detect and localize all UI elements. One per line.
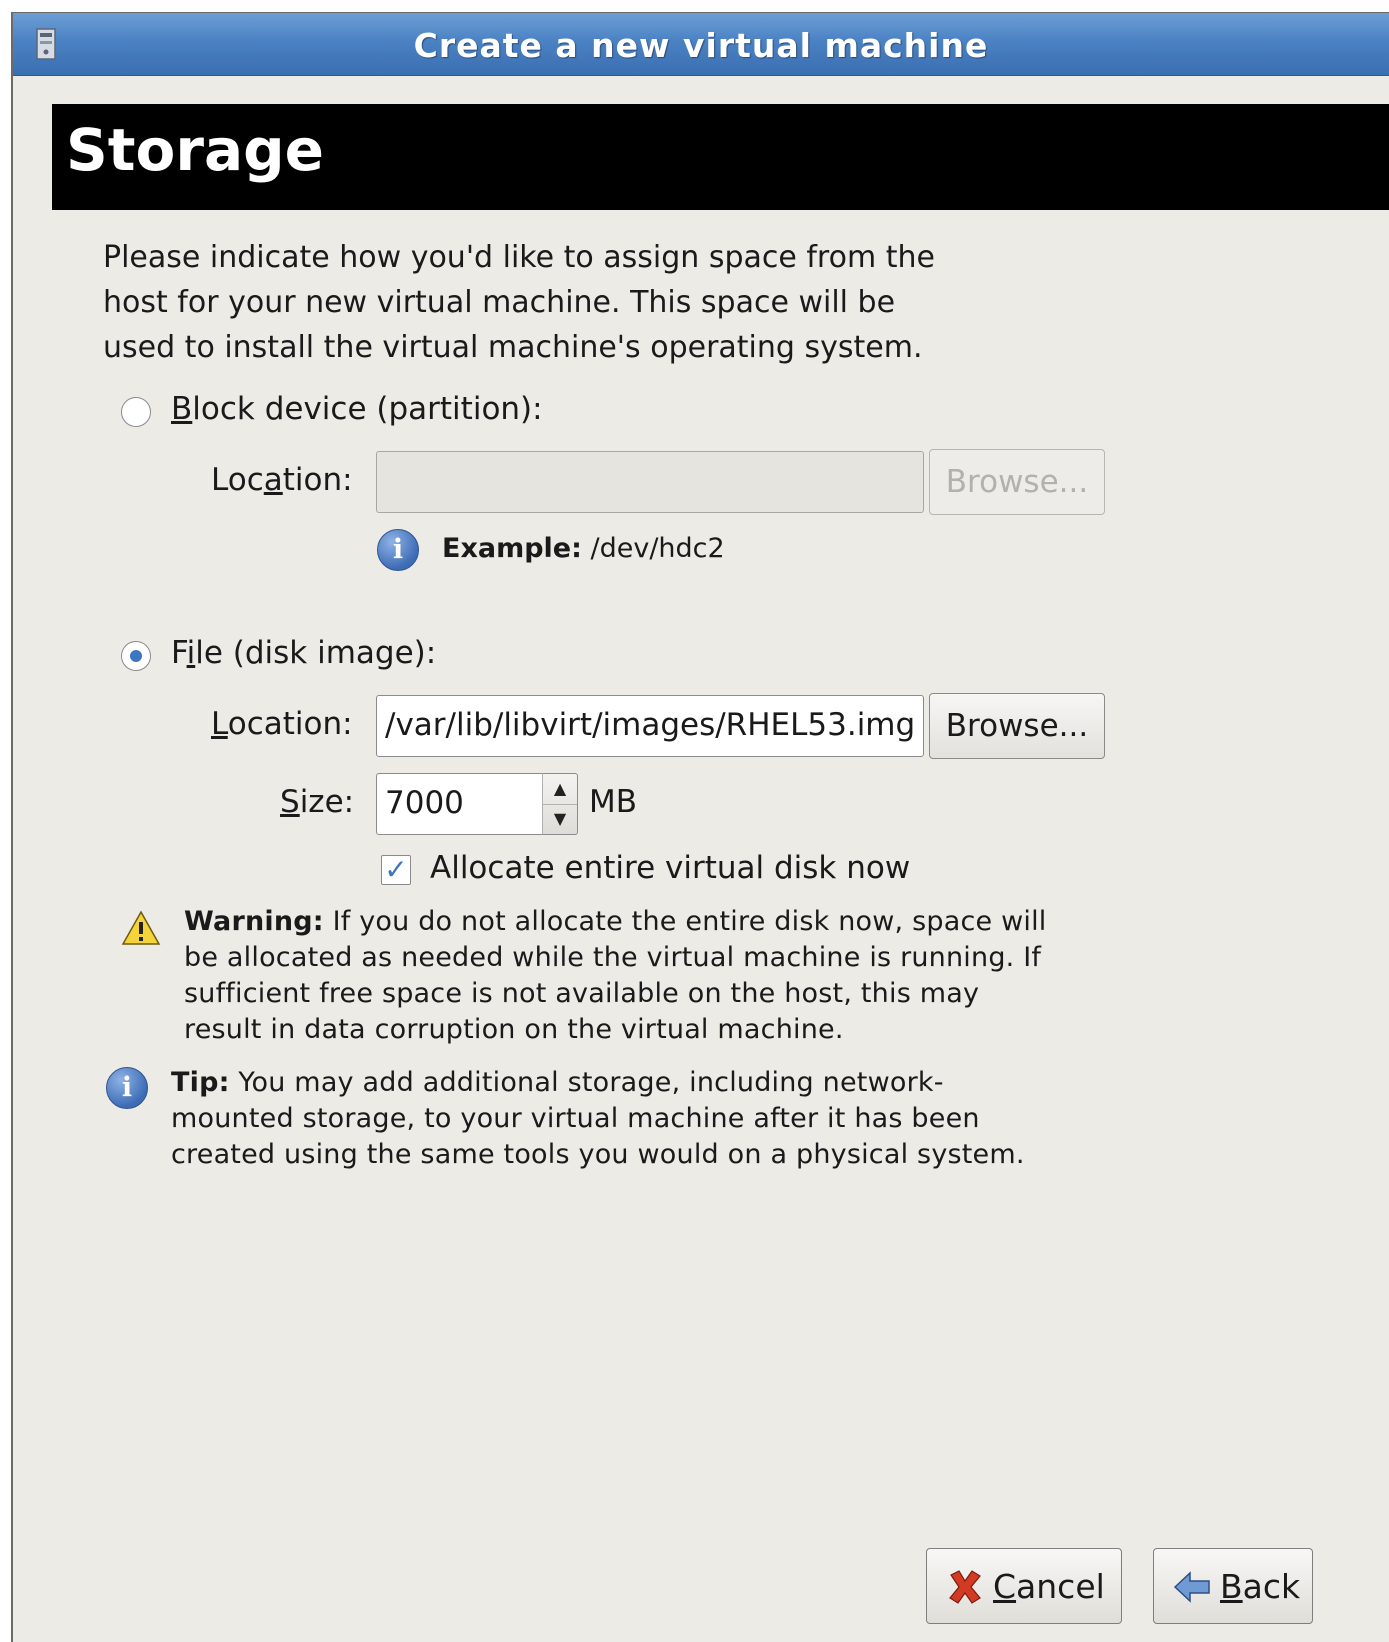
size-unit: MB [589,784,638,820]
info-icon: i [377,529,419,571]
title-bar[interactable]: Create a new virtual machine [13,13,1389,76]
stepper-up-icon[interactable]: ▲ [543,774,577,805]
size-input[interactable]: 7000 [376,773,544,835]
intro-line: Please indicate how you'd like to assign… [103,240,935,275]
dialog-window: Create a new virtual machine Storage Ple… [11,12,1389,1642]
cancel-label: Cancel [993,1567,1105,1606]
page-title: Storage [66,116,324,184]
back-label: Back [1220,1567,1301,1606]
warning-bold: Warning: [184,906,324,937]
file-location-input[interactable]: /var/lib/libvirt/images/RHEL53.img [376,695,924,757]
block-browse-button[interactable]: Browse... [929,449,1105,515]
info-icon: i [106,1067,148,1109]
warning-text: Warning: If you do not allocate the enti… [184,906,1047,1045]
page-banner: Storage [52,104,1389,210]
back-button[interactable]: Back [1153,1548,1313,1624]
file-image-label[interactable]: File (disk image): [171,635,436,671]
tip-bold: Tip: [171,1067,230,1098]
cancel-button[interactable]: Cancel [926,1548,1122,1624]
stepper-down-icon[interactable]: ▼ [543,804,577,834]
cancel-x-icon [949,1570,981,1604]
block-example-text: Example: /dev/hdc2 [442,533,725,564]
file-browse-button[interactable]: Browse... [929,693,1105,759]
block-location-label: Location: [211,462,353,498]
size-stepper[interactable]: ▲ ▼ [542,773,578,835]
allocate-checkbox[interactable]: ✓ [381,855,411,885]
block-device-label[interactable]: Block device (partition): [171,391,543,427]
file-location-label: Location: [211,706,353,742]
intro-line: used to install the virtual machine's op… [103,330,923,365]
block-device-radio[interactable] [121,397,151,427]
intro-text: Please indicate how you'd like to assign… [103,235,1063,370]
file-image-radio[interactable] [121,641,151,671]
allocate-label[interactable]: Allocate entire virtual disk now [430,850,910,886]
intro-line: host for your new virtual machine. This … [103,285,896,320]
tip-text: Tip: You may add additional storage, inc… [171,1067,1025,1170]
block-location-input[interactable] [376,451,924,513]
warning-icon [121,910,161,945]
size-label: Size: [280,784,355,820]
back-arrow-icon [1173,1571,1210,1603]
window-title: Create a new virtual machine [413,26,989,65]
